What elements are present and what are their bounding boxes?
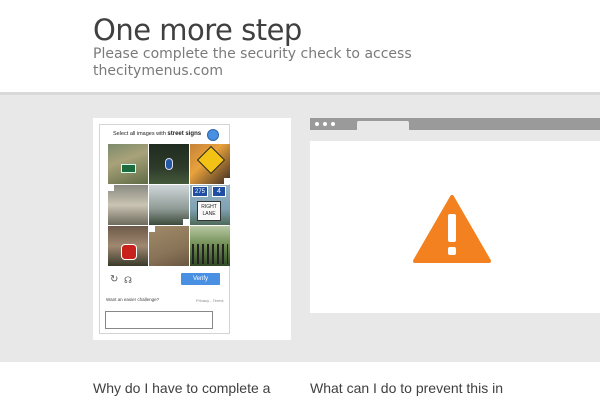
- captcha-tile[interactable]: 275 4 RIGHT LANE: [190, 185, 230, 225]
- route-shield-icon: 275: [192, 186, 208, 197]
- captcha-image-grid: 275 4 RIGHT LANE: [108, 144, 230, 266]
- window-dot-icon: [331, 122, 335, 126]
- window-dot-icon: [315, 122, 319, 126]
- easier-challenge-link[interactable]: Want an easier challenge?: [106, 297, 159, 302]
- faq-question-1: Why do I have to complete a CAPTCHA?: [93, 380, 271, 400]
- street-sign-icon: [165, 158, 173, 170]
- faq-question-2: What can I do to prevent this in the fut…: [310, 380, 503, 400]
- page-title: One more step: [93, 13, 302, 47]
- faq-section: Why do I have to complete a CAPTCHA? Wha…: [0, 365, 600, 400]
- captcha-tile[interactable]: [149, 226, 189, 266]
- street-sign-icon: [121, 164, 136, 173]
- captcha-controls: ↻ ☊ Verify: [100, 273, 229, 291]
- instruction-target: street signs: [167, 131, 202, 137]
- verify-button[interactable]: Verify: [181, 273, 220, 285]
- captcha-tile[interactable]: [190, 226, 230, 266]
- page-subtitle: Please complete the security check to ac…: [93, 46, 412, 79]
- browser-viewport: [310, 141, 600, 313]
- lane-sign-icon: RIGHT LANE: [197, 201, 221, 221]
- browser-titlebar: [310, 118, 600, 130]
- warning-triangle-icon: [413, 195, 491, 263]
- captcha-widget: Select all images with street signs 275 …: [99, 124, 230, 334]
- route-shield-icon: 4: [212, 186, 226, 197]
- reload-icon[interactable]: ↻: [110, 275, 118, 285]
- captcha-tile[interactable]: [149, 144, 189, 184]
- captcha-tile[interactable]: [108, 185, 148, 225]
- captcha-tile[interactable]: [108, 226, 148, 266]
- captcha-tile[interactable]: [149, 185, 189, 225]
- instruction-prefix: Select all images with: [113, 131, 166, 137]
- window-dot-icon: [323, 122, 327, 126]
- stop-sign-icon: [121, 244, 137, 260]
- recaptcha-logo-icon: [207, 129, 219, 141]
- page-header: One more step Please complete the securi…: [0, 0, 600, 92]
- privacy-terms-link[interactable]: Privacy - Terms: [196, 298, 223, 303]
- captcha-tile[interactable]: [108, 144, 148, 184]
- browser-tab: [357, 121, 409, 130]
- headphones-icon[interactable]: ☊: [124, 275, 132, 285]
- captcha-card: Select all images with street signs 275 …: [93, 118, 291, 340]
- captcha-response-field[interactable]: [105, 311, 213, 329]
- fence-graphic: [192, 244, 228, 264]
- browser-illustration: [310, 118, 600, 314]
- street-sign-icon: [196, 145, 226, 175]
- captcha-tile[interactable]: [190, 144, 230, 184]
